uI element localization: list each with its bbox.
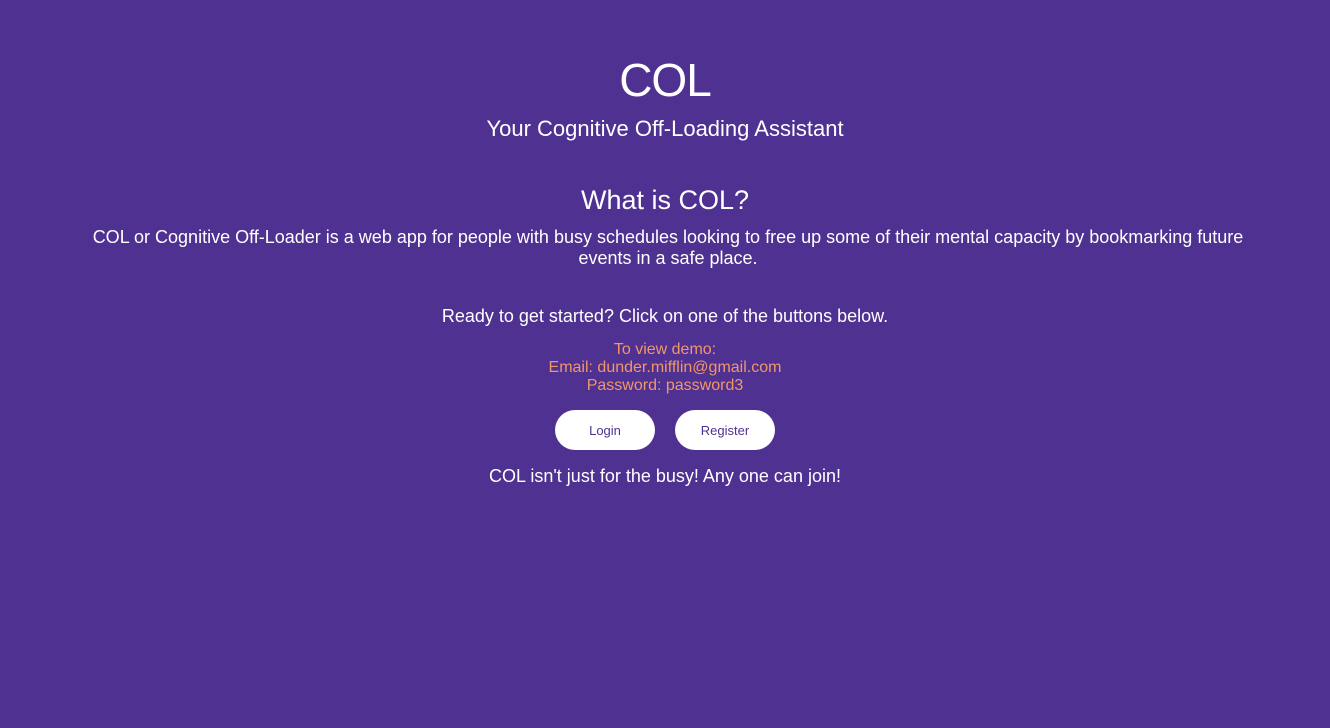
demo-credentials: To view demo: Email: dunder.mifflin@gmai… xyxy=(0,341,1330,395)
auth-buttons: Login Register xyxy=(0,410,1330,450)
cta-text: Ready to get started? Click on one of th… xyxy=(441,306,889,326)
about-description: COL or Cognitive Off-Loader is a web app… xyxy=(92,227,1244,268)
about-heading: What is COL? xyxy=(580,185,750,215)
app-title: COL xyxy=(619,54,712,106)
app-subtitle: Your Cognitive Off-Loading Assistant xyxy=(486,116,844,141)
register-button[interactable]: Register xyxy=(675,410,775,450)
footer-text: COL isn't just for the busy! Any one can… xyxy=(489,466,841,486)
demo-password: Password: password3 xyxy=(586,377,744,394)
login-button[interactable]: Login xyxy=(555,410,655,450)
landing-page: COL Your Cognitive Off-Loading Assistant… xyxy=(0,0,1330,728)
demo-email: Email: dunder.mifflin@gmail.com xyxy=(548,359,782,376)
demo-heading: To view demo: xyxy=(613,341,717,358)
